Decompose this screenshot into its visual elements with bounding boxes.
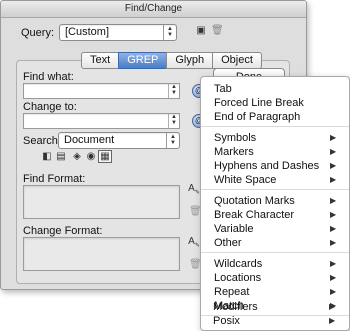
change-format-box[interactable] — [23, 237, 180, 271]
submenu-arrow-icon: ▶ — [330, 273, 337, 282]
tab-bar: Text GREP Glyph Object — [81, 52, 262, 69]
submenu-arrow-icon: ▶ — [330, 224, 337, 233]
menu-item-break-character[interactable]: Break Character — [214, 209, 294, 221]
submenu-arrow-icon: ▶ — [330, 133, 337, 142]
specify-find-format-icon[interactable]: A✎ — [187, 183, 201, 199]
clear-find-format-icon[interactable]: 🗑 — [189, 206, 202, 218]
menu-separator — [201, 126, 349, 127]
submenu-arrow-icon: ▶ — [330, 175, 337, 184]
find-format-box[interactable] — [23, 185, 180, 219]
tab-text[interactable]: Text — [81, 52, 119, 69]
submenu-arrow-icon: ▶ — [330, 161, 337, 170]
find-history-icon[interactable]: ▲ ▼ — [168, 84, 179, 98]
chevron-updown-icon: ▲ ▼ — [163, 25, 176, 40]
menu-item-modifiers[interactable]: Modifiers — [213, 301, 258, 313]
menu-item-locations[interactable]: Locations — [214, 272, 261, 284]
submenu-arrow-icon: ▶ — [330, 196, 337, 205]
save-query-icon[interactable]: ▣ — [195, 25, 207, 37]
find-what-label: Find what: — [23, 71, 74, 83]
search-scope-value: Document — [64, 134, 115, 146]
change-format-label: Change Format: — [23, 225, 103, 237]
submenu-arrow-icon: ▶ — [330, 287, 337, 296]
query-select[interactable]: [Custom] ▲ ▼ — [59, 24, 177, 41]
query-value: [Custom] — [65, 26, 110, 38]
specify-change-format-icon[interactable]: A✎ — [187, 236, 201, 252]
find-format-label: Find Format: — [23, 173, 86, 185]
menu-item-white-space[interactable]: White Space — [214, 174, 276, 186]
menu-separator — [201, 252, 349, 253]
menu-separator — [201, 189, 349, 190]
menu-item-hyphens-and-dashes[interactable]: Hyphens and Dashes — [214, 160, 319, 172]
tab-grep[interactable]: GREP — [118, 52, 167, 69]
include-locked-stories-icon[interactable]: ▤ — [55, 151, 67, 163]
submenu-arrow-icon: ▶ — [330, 238, 337, 247]
menu-item-tab[interactable]: Tab — [214, 83, 232, 95]
special-characters-menu: Tab Forced Line Break End of Paragraph S… — [200, 76, 350, 331]
menu-item-markers[interactable]: Markers — [214, 146, 254, 158]
window-title: Find/Change — [1, 1, 306, 18]
include-master-pages-icon[interactable]: ◉ — [85, 151, 97, 163]
submenu-arrow-icon: ▶ — [329, 316, 336, 325]
include-hidden-layers-icon[interactable]: ◈ — [71, 151, 83, 163]
delete-query-icon[interactable]: 🗑 — [211, 25, 224, 37]
submenu-arrow-icon: ▶ — [329, 302, 336, 311]
tab-glyph[interactable]: Glyph — [166, 52, 213, 69]
change-history-icon[interactable]: ▲ ▼ — [168, 114, 179, 128]
menu-item-wildcards[interactable]: Wildcards — [214, 258, 262, 270]
chevron-updown-icon: ▲ ▼ — [166, 133, 179, 148]
menu-item-forced-line-break[interactable]: Forced Line Break — [214, 97, 304, 109]
submenu-arrow-icon: ▶ — [330, 210, 337, 219]
menu-item-end-of-paragraph[interactable]: End of Paragraph — [214, 111, 300, 123]
menu-item-symbols[interactable]: Symbols — [214, 132, 256, 144]
clear-change-format-icon[interactable]: 🗑 — [189, 259, 202, 271]
search-scope-select[interactable]: Document ▲ ▼ — [58, 132, 180, 149]
include-locked-layers-icon[interactable]: ◧ — [41, 151, 53, 163]
submenu-arrow-icon: ▶ — [330, 259, 337, 268]
menu-item-quotation-marks[interactable]: Quotation Marks — [214, 195, 295, 207]
submenu-arrow-icon: ▶ — [330, 147, 337, 156]
change-to-label: Change to: — [23, 101, 77, 113]
search-label: Search: — [23, 135, 61, 147]
menu-item-other[interactable]: Other — [214, 237, 242, 249]
menu-item-repeat[interactable]: Repeat — [214, 286, 249, 298]
query-label: Query: — [21, 27, 55, 39]
menu-item-posix[interactable]: Posix — [213, 315, 240, 327]
find-what-input[interactable]: ▲ ▼ — [23, 83, 180, 99]
change-to-input[interactable]: ▲ ▼ — [23, 113, 180, 129]
include-footnotes-icon[interactable]: ▦ — [98, 150, 112, 163]
menu-item-variable[interactable]: Variable — [214, 223, 254, 235]
tab-object[interactable]: Object — [212, 52, 262, 69]
